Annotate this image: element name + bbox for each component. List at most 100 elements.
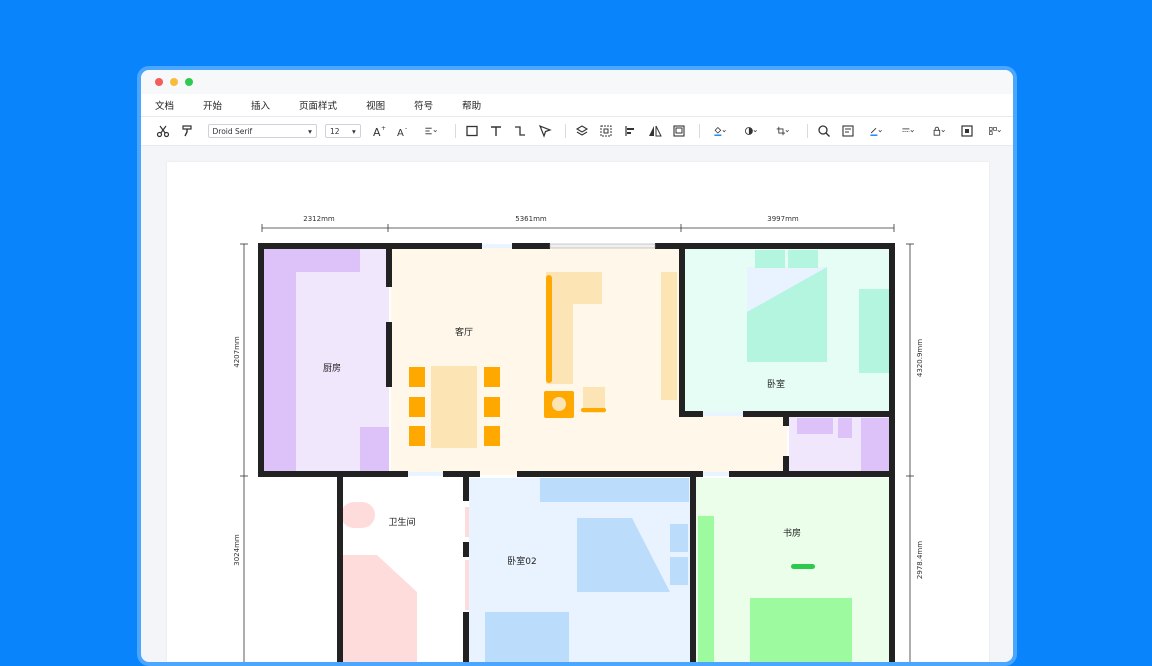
menu-bar: 文档 开始 插入 页面样式 视图 符号 帮助 [141,94,1013,116]
lock-icon[interactable] [925,121,953,141]
wall [443,471,480,477]
wall [258,243,264,477]
frame-icon[interactable] [669,121,689,141]
pillow [755,250,785,268]
menu-symbol[interactable]: 符号 [414,98,433,112]
dim-right-2: 2978.4mm [916,541,924,579]
fit-icon[interactable] [957,121,977,141]
close-dot[interactable] [155,78,163,86]
sofa-cushion [546,275,552,383]
wall [743,411,895,417]
toolbar-divider [454,124,456,138]
wall [690,471,696,662]
dining-chair [484,397,500,417]
right-dimensions [906,243,914,662]
study-desk [750,598,852,662]
more-icon[interactable] [981,121,1009,141]
pointer-icon[interactable] [535,121,555,141]
nightstand [670,524,688,552]
lamp-bar [581,408,606,412]
connector-icon[interactable] [510,121,530,141]
chevron-down-icon: ▾ [308,126,312,136]
font-increase-icon[interactable]: A + [369,121,389,141]
svg-text:+: + [381,125,386,132]
bathroom-room[interactable] [341,478,471,666]
toolbar: Droid Serif ▾ 12 ▾ A + A- [141,116,1013,146]
sink [341,502,375,528]
menu-page-style[interactable]: 页面样式 [299,98,337,112]
bookshelf [698,516,714,662]
door-opening [703,472,729,476]
wall [679,411,703,417]
desk [540,478,689,502]
align-left-icon[interactable] [620,121,640,141]
wall [655,243,895,249]
toolbar-divider [564,124,566,138]
font-size-select[interactable]: 12 ▾ [324,124,361,138]
line-style-icon[interactable] [894,121,922,141]
bedroom02-room[interactable] [469,478,692,666]
wall [679,243,685,417]
group-icon[interactable] [596,121,616,141]
format-painter-icon[interactable] [177,121,197,141]
app-window: 文档 开始 插入 页面样式 视图 符号 帮助 Droid Serif ▾ 12 … [137,66,1017,666]
pillow [788,250,818,268]
drawing-canvas[interactable]: 2312mm 5361mm 3997mm 4207mm 3024mm 4320.… [167,162,989,666]
menu-view[interactable]: 视图 [366,98,385,112]
menu-insert[interactable]: 插入 [251,98,270,112]
dining-chair [409,426,425,446]
align-icon[interactable] [417,121,445,141]
font-decrease-icon[interactable]: A- [393,121,413,141]
rectangle-icon[interactable] [462,121,482,141]
fill-color-icon[interactable] [706,121,734,141]
wall [783,456,789,477]
menu-start[interactable]: 开始 [203,98,222,112]
shape-style-icon[interactable] [737,121,765,141]
dim-top-1: 2312mm [303,215,335,223]
wardrobe [859,289,889,373]
wall [783,411,789,426]
dim-left-1: 4207mm [233,336,241,368]
door-opening [408,472,443,476]
chevron-down-icon: ▾ [351,126,356,136]
cut-icon[interactable] [153,121,173,141]
kitchen-label: 厨房 [323,362,341,374]
text-icon[interactable] [486,121,506,141]
line-color-icon[interactable] [862,121,890,141]
wall [463,471,469,501]
dining-table [431,366,477,448]
toolbar-divider [698,124,700,138]
top-dimensions [261,224,895,232]
flip-icon[interactable] [644,121,664,141]
bathroom-label: 卫生间 [388,516,415,528]
minimize-dot[interactable] [170,78,178,86]
dining-chair [484,426,500,446]
wall [463,612,469,662]
svg-text:A: A [373,126,381,138]
dining-chair [409,397,425,417]
maximize-dot[interactable] [185,78,193,86]
floor-plan: 2312mm 5361mm 3997mm 4207mm 3024mm 4320.… [233,215,924,666]
door-opening [703,412,743,416]
wall [258,243,482,249]
wall [889,243,895,662]
crop-icon[interactable] [769,121,797,141]
title-bar [141,70,1013,94]
dining-chair [484,367,500,387]
layers-icon[interactable] [572,121,592,141]
dim-right-1: 4320.9mm [916,339,924,377]
wall [386,322,392,387]
study-label: 书房 [783,527,801,539]
font-family-value: Droid Serif [212,126,253,136]
wall [512,243,550,249]
menu-file[interactable]: 文档 [155,98,174,112]
wardrobe-02 [485,612,569,662]
page-icon[interactable] [838,121,858,141]
font-family-select[interactable]: Droid Serif ▾ [207,124,317,138]
menu-help[interactable]: 帮助 [462,98,481,112]
study-room[interactable] [696,478,892,666]
kitchen-room[interactable] [260,247,389,475]
dim-top-3: 3997mm [767,215,799,223]
svg-text:-: - [405,125,407,132]
search-icon[interactable] [814,121,834,141]
